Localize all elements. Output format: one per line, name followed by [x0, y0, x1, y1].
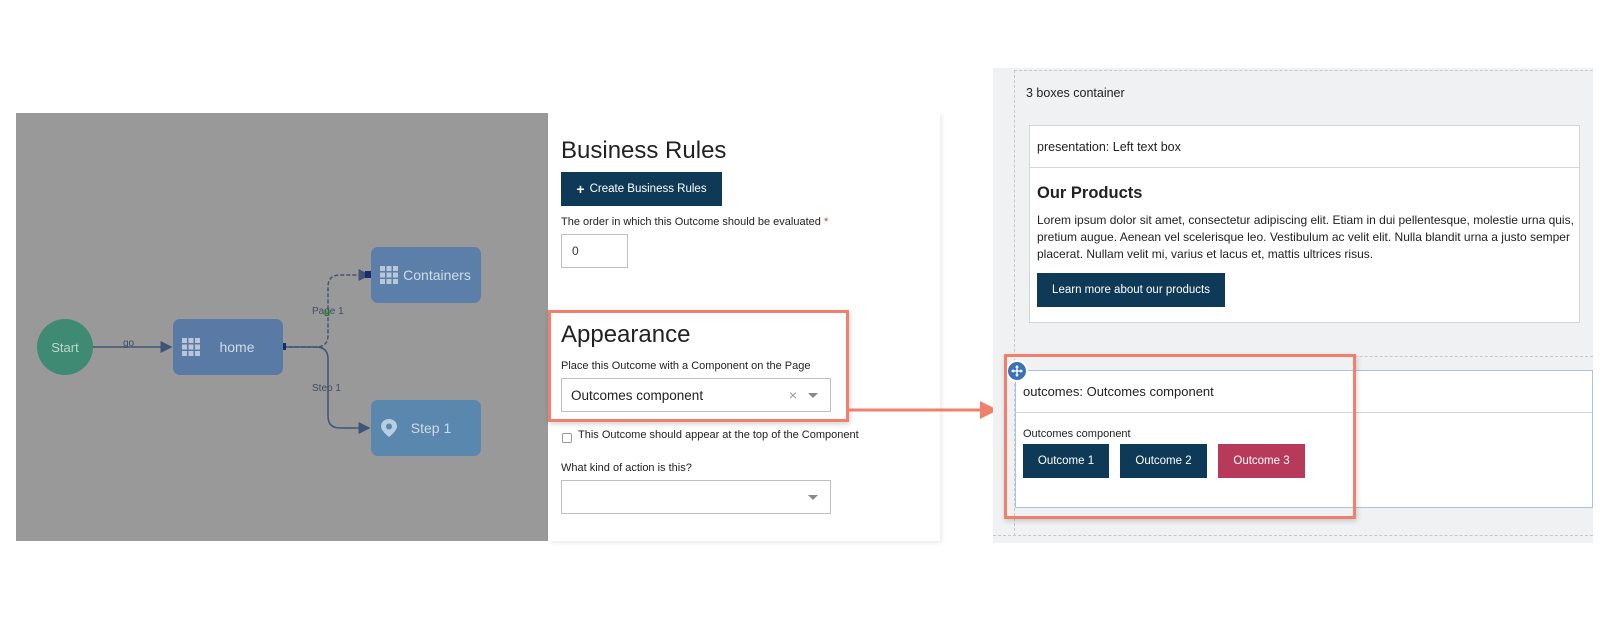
step1-node[interactable]: Step 1: [371, 400, 481, 456]
left-text-box[interactable]: presentation: Left text box Our Products…: [1029, 125, 1580, 323]
grid-icon: [182, 338, 200, 356]
order-input-value: 0: [572, 244, 579, 258]
appearance-highlight: [548, 310, 849, 422]
required-marker: *: [823, 216, 829, 228]
edge-step1-label: Step 1: [312, 383, 341, 394]
edge-go-label: go: [123, 338, 135, 349]
plus-icon: +: [576, 181, 585, 197]
top-of-component-checkbox[interactable]: [562, 433, 572, 443]
create-business-rules-button[interactable]: + Create Business Rules: [561, 172, 722, 206]
create-business-rules-label: Create Business Rules: [589, 183, 707, 195]
action-kind-select[interactable]: [561, 480, 831, 514]
business-rules-title: Business Rules: [561, 137, 727, 164]
containers-node[interactable]: Containers: [371, 247, 481, 303]
start-node-label: Start: [51, 339, 79, 355]
home-node-label: home: [219, 339, 255, 355]
containers-node-label: Containers: [403, 267, 471, 283]
left-text-box-header: presentation: Left text box: [1030, 126, 1579, 168]
flow-canvas[interactable]: Start home Containers Step 1 go Page 1 S…: [16, 113, 548, 541]
action-kind-label: What kind of action is this?: [561, 462, 692, 474]
start-node[interactable]: Start: [37, 319, 93, 375]
order-label-text: The order in which this Outcome should b…: [561, 216, 821, 228]
container-title: 3 boxes container: [1026, 86, 1125, 100]
outcomes-highlight: [1004, 354, 1356, 519]
top-of-component-label: This Outcome should appear at the top of…: [578, 429, 859, 441]
step1-node-label: Step 1: [410, 420, 452, 436]
home-node[interactable]: home: [173, 319, 283, 375]
products-heading: Our Products: [1037, 184, 1143, 202]
order-label: The order in which this Outcome should b…: [561, 216, 828, 228]
products-text: Lorem ipsum dolor sit amet, consectetur …: [1037, 213, 1574, 261]
grid-icon: [380, 266, 398, 284]
callout-arrow: [848, 401, 998, 419]
chevron-down-icon[interactable]: [808, 495, 818, 500]
map-pin-icon: [381, 419, 397, 437]
learn-more-button[interactable]: Learn more about our products: [1037, 273, 1225, 307]
edge-page1-label: Page 1: [312, 306, 344, 317]
order-input[interactable]: 0: [561, 234, 628, 268]
